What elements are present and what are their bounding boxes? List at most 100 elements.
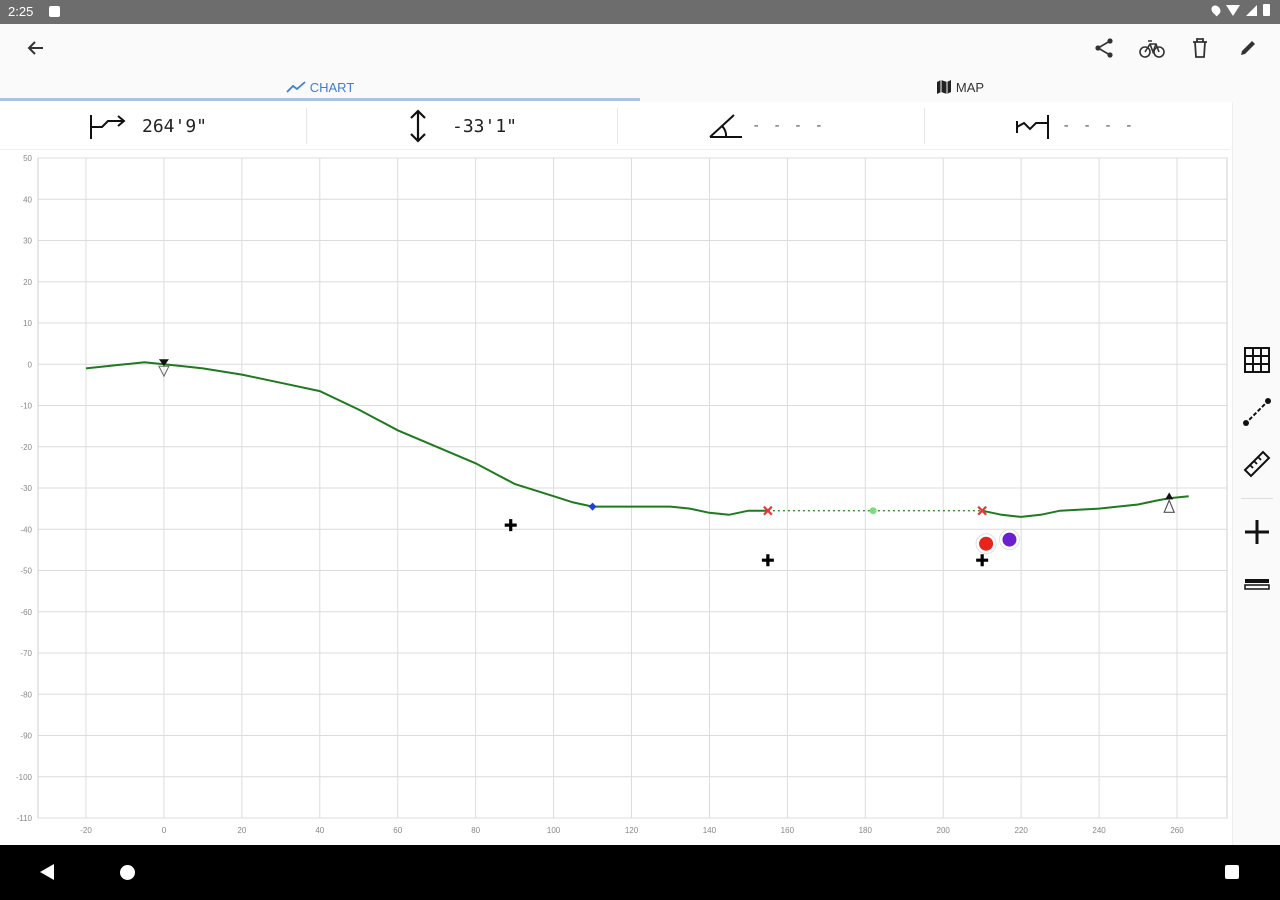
chart-line-icon <box>286 81 306 93</box>
survey-point[interactable] <box>1002 532 1017 547</box>
elevation-chart[interactable]: -20 0 20 40 60 80 100 120 140 160 180 200 220 240 260 … <box>0 150 1230 845</box>
nav-back-icon[interactable] <box>40 864 54 880</box>
y-tick-label: 0 <box>28 360 33 369</box>
status-bar: 2:25 <box>0 0 1280 24</box>
x-tick-label: 220 <box>1014 826 1028 835</box>
y-tick-label: 50 <box>23 154 32 163</box>
grid-toggle-button[interactable] <box>1241 344 1273 376</box>
y-tick-label: 30 <box>23 237 32 246</box>
y-tick-label: 20 <box>23 278 32 287</box>
tab-map[interactable]: MAP <box>640 72 1280 102</box>
plus-icon <box>1245 520 1269 544</box>
x-tick-label: 240 <box>1092 826 1106 835</box>
grid-icon <box>1244 347 1270 373</box>
trash-icon <box>1193 38 1207 58</box>
map-icon <box>936 80 951 94</box>
metric-divider <box>306 108 307 144</box>
status-time: 2:25 <box>8 4 34 19</box>
back-arrow-icon <box>27 41 43 55</box>
y-tick-label: -70 <box>20 649 32 658</box>
reference-point-plus[interactable] <box>761 554 774 567</box>
y-tick-label: -100 <box>16 773 33 782</box>
x-tick-label: 40 <box>315 826 324 835</box>
y-tick-label: -80 <box>20 690 32 699</box>
battery-icon <box>1263 4 1270 16</box>
x-tick-label: 140 <box>703 826 717 835</box>
metrics-bar: 264'9" -33'1" - - - - - - - - <box>0 102 1230 150</box>
x-tick-label: 100 <box>547 826 561 835</box>
elevation-profile-line <box>981 495 1189 518</box>
nav-home-icon[interactable] <box>120 865 135 880</box>
x-tick-label: 200 <box>937 826 951 835</box>
edit-button[interactable] <box>1232 32 1264 64</box>
wifi-icon <box>1226 4 1240 16</box>
segment-midpoint[interactable] <box>869 507 877 515</box>
ruler-icon <box>1243 450 1271 478</box>
layers-icon <box>1244 579 1270 590</box>
x-tick-label: 180 <box>859 826 873 835</box>
distance-value: 264'9" <box>142 115 208 137</box>
measure-line-icon <box>1243 398 1271 426</box>
x-tick-label: 120 <box>625 826 639 835</box>
ruler-button[interactable] <box>1241 448 1273 480</box>
signal-icon <box>1246 4 1257 16</box>
notification-icon <box>49 6 60 17</box>
nav-recents-icon[interactable] <box>1225 865 1239 879</box>
location-icon <box>1209 3 1223 17</box>
waypoint-diamond[interactable] <box>588 502 597 511</box>
add-point-button[interactable] <box>1241 516 1273 548</box>
reference-point-plus[interactable] <box>976 554 989 567</box>
tab-map-label: MAP <box>955 79 985 95</box>
share-button[interactable] <box>1088 32 1120 64</box>
x-tick-label: 260 <box>1170 826 1184 835</box>
bike-icon <box>1139 40 1165 58</box>
horizontal-distance-icon <box>90 115 126 139</box>
delete-button[interactable] <box>1184 32 1216 64</box>
profile-chart-svg[interactable]: -20 0 20 40 60 80 100 120 140 160 180 200 220 240 260 … <box>0 150 1230 845</box>
trail-tools-button[interactable] <box>1136 32 1168 64</box>
metric-divider <box>924 108 925 144</box>
app-bar <box>0 24 1280 72</box>
y-tick-label: -20 <box>20 443 32 452</box>
y-tick-label: -60 <box>20 608 32 617</box>
survey-point[interactable] <box>979 536 994 551</box>
y-axis-ticks: 50 40 30 20 10 0 -10 -20 -30 -40 -50 -60 -70 -80 -90 -1… <box>16 154 33 823</box>
elevation-profile-line <box>85 361 768 516</box>
pencil-icon <box>1241 41 1255 55</box>
y-tick-label: -40 <box>20 525 32 534</box>
share-icon <box>1095 38 1113 58</box>
elevation-metric: -33'1" <box>404 102 517 150</box>
x-tick-label: 60 <box>393 826 402 835</box>
back-button[interactable] <box>20 32 52 64</box>
end-marker-base <box>1163 498 1176 513</box>
y-tick-label: -30 <box>20 484 32 493</box>
metric-divider <box>617 108 618 144</box>
y-tick-label: -90 <box>20 732 32 741</box>
elevation-value: -33'1" <box>452 115 518 137</box>
toolbar-divider <box>1241 498 1273 499</box>
vertical-arrow-icon <box>410 109 426 143</box>
length-value: - - - - <box>1062 118 1136 134</box>
slope-metric: - - - - <box>706 102 825 150</box>
layers-button[interactable] <box>1241 568 1273 600</box>
x-tick-label: -20 <box>80 826 92 835</box>
x-tick-label: 20 <box>237 826 246 835</box>
x-tick-label: 160 <box>781 826 795 835</box>
system-nav-bar <box>0 845 1280 900</box>
x-tick-label: 0 <box>162 826 167 835</box>
y-tick-label: 10 <box>23 319 32 328</box>
y-tick-label: -110 <box>17 814 33 823</box>
y-tick-label: -10 <box>20 402 32 411</box>
tab-indicator <box>0 98 640 101</box>
side-toolbar <box>1232 102 1280 845</box>
measure-line-button[interactable] <box>1241 396 1273 428</box>
y-tick-label: 40 <box>23 195 32 204</box>
end-marker[interactable] <box>1165 492 1174 500</box>
chart-grid <box>37 157 1228 819</box>
tab-chart-label: CHART <box>309 79 355 95</box>
y-tick-label: -50 <box>20 567 32 576</box>
x-axis-ticks: -20 0 20 40 60 80 100 120 140 160 180 200 220 240 260 <box>80 826 1184 835</box>
x-tick-label: 80 <box>471 826 480 835</box>
status-icons <box>1209 3 1270 17</box>
profile-series <box>85 361 1189 518</box>
